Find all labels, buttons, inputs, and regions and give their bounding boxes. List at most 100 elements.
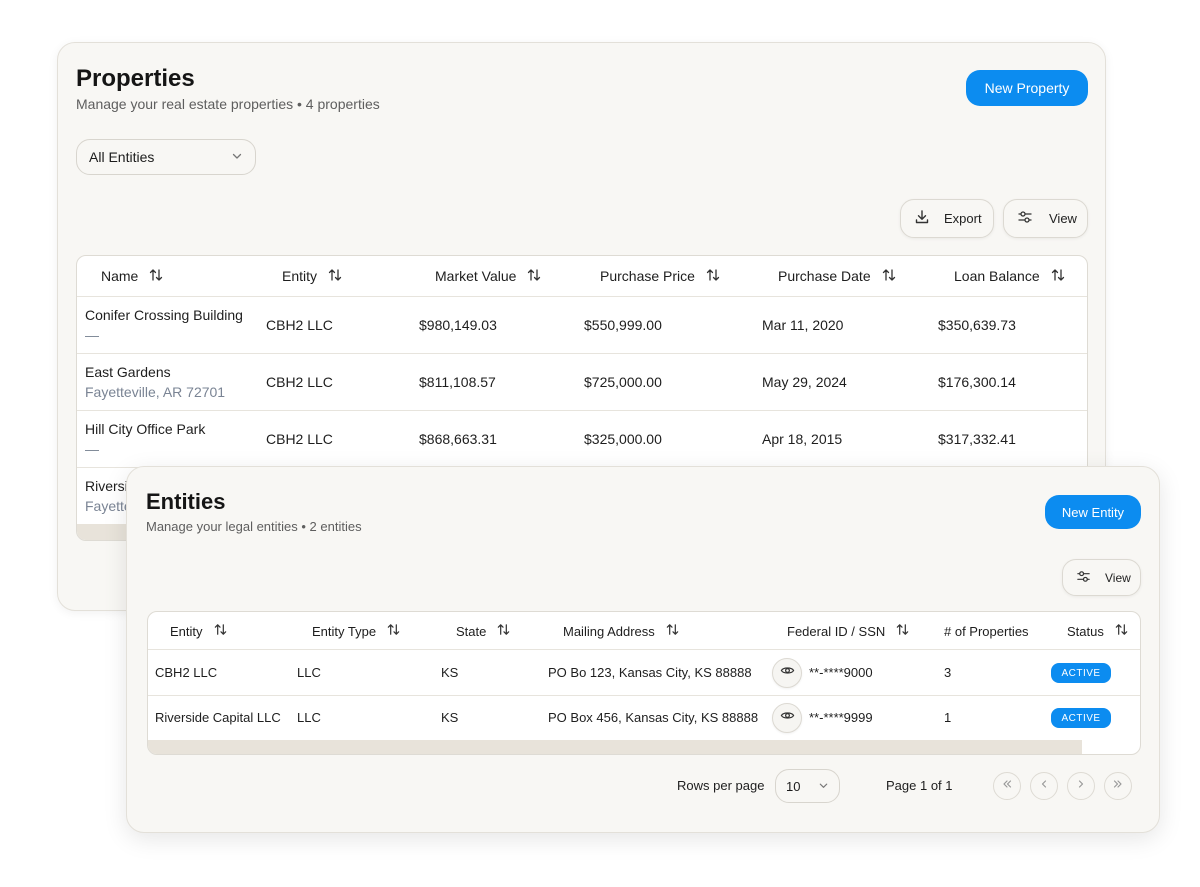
reveal-id-button[interactable]: [772, 658, 802, 688]
entity-state: KS: [441, 710, 459, 725]
property-name: Hill City Office Park: [85, 421, 206, 437]
page-title: Properties: [76, 65, 195, 92]
entity-type: LLC: [297, 710, 321, 725]
column-header-name[interactable]: Name: [101, 266, 164, 286]
property-loan-balance: $317,332.41: [938, 431, 1016, 447]
sort-icon: [516, 267, 542, 286]
column-header-property-count: # of Properties: [944, 623, 1029, 639]
column-header-loan-balance[interactable]: Loan Balance: [954, 266, 1066, 286]
sliders-icon: [1076, 569, 1091, 587]
entities-panel: Entities Manage your legal entities • 2 …: [126, 466, 1160, 833]
view-label: View: [1105, 570, 1131, 585]
property-location: —: [85, 327, 99, 343]
status-badge: ACTIVE: [1051, 663, 1111, 683]
download-icon: [914, 209, 930, 228]
sort-icon: [885, 622, 910, 640]
property-purchase-date: May 29, 2024: [762, 374, 847, 390]
view-label: View: [1049, 211, 1077, 226]
export-button[interactable]: Export: [900, 199, 994, 238]
column-header-entity[interactable]: Entity: [282, 266, 343, 286]
chevrons-right-icon: [1112, 777, 1124, 795]
entity-name: Riverside Capital LLC: [155, 710, 281, 725]
reveal-id-button[interactable]: [772, 703, 802, 733]
chevrons-left-icon: [1001, 777, 1013, 795]
property-location: —: [85, 441, 99, 457]
page-subtitle: Manage your legal entities • 2 entities: [146, 519, 362, 534]
new-entity-button[interactable]: New Entity: [1045, 495, 1141, 529]
rows-per-page-value: 10: [786, 778, 801, 794]
view-options-button[interactable]: View: [1062, 559, 1141, 596]
entity-type: LLC: [297, 665, 321, 680]
entity-federal-id: **-****9000: [809, 665, 873, 680]
page-indicator: Page 1 of 1: [886, 778, 953, 793]
table-row[interactable]: East Gardens Fayetteville, AR 72701 CBH2…: [77, 353, 1087, 410]
rows-per-page-select[interactable]: 10: [775, 769, 840, 803]
property-entity: CBH2 LLC: [266, 374, 333, 390]
property-loan-balance: $350,639.73: [938, 317, 1016, 333]
column-header-status[interactable]: Status: [1067, 621, 1129, 641]
sliders-icon: [1017, 209, 1033, 228]
eye-icon: [780, 708, 795, 728]
entity-property-count: 3: [944, 665, 952, 680]
column-header-state[interactable]: State: [456, 621, 511, 641]
property-loan-balance: $176,300.14: [938, 374, 1016, 390]
entity-property-count: 1: [944, 710, 952, 725]
property-purchase-price: $725,000.00: [584, 374, 662, 390]
property-name: East Gardens: [85, 364, 171, 380]
property-market-value: $980,149.03: [419, 317, 497, 333]
entity-address: PO Box 456, Kansas City, KS 88888: [548, 710, 759, 725]
view-options-button[interactable]: View: [1003, 199, 1088, 238]
sort-icon: [1104, 622, 1129, 640]
status-badge: ACTIVE: [1051, 708, 1111, 728]
column-header-market-value[interactable]: Market Value: [435, 266, 542, 286]
property-purchase-date: Mar 11, 2020: [762, 317, 844, 333]
property-entity: CBH2 LLC: [266, 317, 333, 333]
export-label: Export: [944, 211, 982, 226]
property-location: Fayetteville, AR 72701: [85, 384, 226, 400]
table-row[interactable]: Hill City Office Park — CBH2 LLC $868,66…: [77, 410, 1087, 467]
property-market-value: $811,108.57: [419, 374, 496, 390]
chevron-down-icon: [818, 779, 829, 794]
column-header-purchase-date[interactable]: Purchase Date: [778, 266, 897, 286]
previous-page-button[interactable]: [1030, 772, 1058, 800]
chevron-down-icon: [231, 149, 243, 165]
property-name: Conifer Crossing Building: [85, 307, 243, 323]
rows-per-page-label: Rows per page: [677, 778, 765, 793]
last-page-button[interactable]: [1104, 772, 1132, 800]
sort-icon: [655, 622, 680, 640]
sort-icon: [695, 267, 721, 286]
column-header-federal-id[interactable]: Federal ID / SSN: [787, 621, 910, 641]
table-row[interactable]: CBH2 LLC LLC KS PO Bo 123, Kansas City, …: [148, 649, 1140, 695]
table-row[interactable]: Riverside Capital LLC LLC KS PO Box 456,…: [148, 695, 1140, 741]
column-header-entity[interactable]: Entity: [170, 621, 228, 641]
first-page-button[interactable]: [993, 772, 1021, 800]
sort-icon: [138, 267, 164, 286]
entity-state: KS: [441, 665, 459, 680]
sort-icon: [871, 267, 897, 286]
page-subtitle: Manage your real estate properties • 4 p…: [76, 96, 380, 112]
property-purchase-price: $550,999.00: [584, 317, 662, 333]
column-header-mailing-address[interactable]: Mailing Address: [563, 621, 680, 641]
next-page-button[interactable]: [1067, 772, 1095, 800]
sort-icon: [1040, 267, 1066, 286]
sort-icon: [486, 622, 511, 640]
chevron-left-icon: [1038, 777, 1050, 795]
new-property-button[interactable]: New Property: [966, 70, 1088, 106]
entities-table: Entity Entity Type State Mailing Address…: [147, 611, 1141, 755]
sort-icon: [376, 622, 401, 640]
horizontal-scrollbar[interactable]: [148, 740, 1082, 754]
property-purchase-date: Apr 18, 2015: [762, 431, 843, 447]
property-market-value: $868,663.31: [419, 431, 497, 447]
entity-address: PO Bo 123, Kansas City, KS 88888: [548, 665, 752, 680]
property-entity: CBH2 LLC: [266, 431, 333, 447]
table-row[interactable]: Conifer Crossing Building — CBH2 LLC $98…: [77, 296, 1087, 353]
eye-icon: [780, 663, 795, 683]
column-header-entity-type[interactable]: Entity Type: [312, 621, 401, 641]
entity-federal-id: **-****9999: [809, 710, 873, 725]
entity-filter-select[interactable]: All Entities: [76, 139, 256, 175]
sort-icon: [203, 622, 228, 640]
entity-filter-value: All Entities: [89, 149, 155, 165]
column-header-purchase-price[interactable]: Purchase Price: [600, 266, 721, 286]
sort-icon: [317, 267, 343, 286]
chevron-right-icon: [1075, 777, 1087, 795]
